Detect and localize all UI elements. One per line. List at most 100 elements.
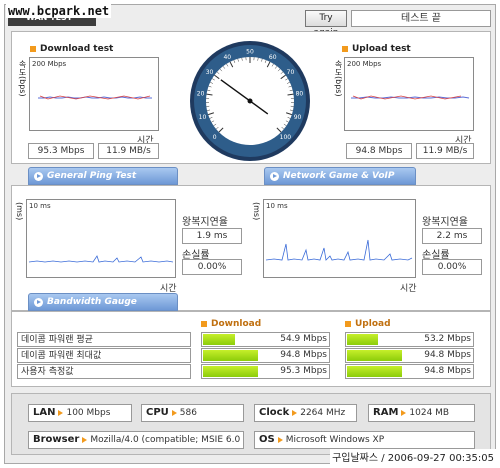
upload-mbps: 94.8 Mbps bbox=[346, 143, 412, 159]
bandwidth-upload-fill bbox=[347, 334, 378, 345]
game-rtt-value: 2.2 ms bbox=[422, 228, 482, 244]
bandwidth-row-label: 사용자 측정값 bbox=[17, 364, 191, 379]
cpu-value: 586 bbox=[179, 408, 197, 418]
bandwidth-upload-bar: 53.2 Mbps bbox=[345, 332, 474, 347]
cpu-label: CPU bbox=[146, 407, 169, 418]
bandwidth-download-bar: 54.9 Mbps bbox=[201, 332, 330, 347]
gauge-tick-label: 80 bbox=[296, 91, 304, 98]
ping-loss-value: 0.00% bbox=[182, 259, 242, 275]
ram-label: RAM bbox=[373, 407, 399, 418]
clock-label: Clock bbox=[259, 407, 290, 418]
upload-test-label: Upload test bbox=[352, 44, 411, 54]
ping-rtt-value: 1.9 ms bbox=[182, 228, 242, 244]
download-test-label: Download test bbox=[40, 44, 114, 54]
lan-label: LAN bbox=[33, 407, 56, 418]
bandwidth-upload-value: 94.8 Mbps bbox=[424, 366, 471, 376]
arrow-right-icon bbox=[82, 436, 88, 443]
gauge-tick-label: 100 bbox=[280, 134, 292, 141]
bandwidth-upload-fill bbox=[347, 366, 402, 377]
bandwidth-row-label: 데이콤 파워랜 최대값 bbox=[17, 348, 191, 363]
bandwidth-upload-header: Upload bbox=[345, 319, 391, 329]
bandwidth-upload-value: 94.8 Mbps bbox=[424, 350, 471, 360]
bandwidth-upload-label: Upload bbox=[355, 319, 391, 329]
os-info: OS Microsoft Windows XP bbox=[254, 431, 475, 449]
cpu-info: CPU 586 bbox=[141, 404, 244, 422]
download-graph-line bbox=[38, 95, 152, 100]
game-graph-line bbox=[265, 239, 413, 261]
bandwidth-download-value: 54.9 Mbps bbox=[280, 334, 327, 344]
upload-mbs: 11.9 MB/s bbox=[416, 143, 474, 159]
copyright-timestamp: 구입날짜스 / 2006-09-27 00:35:05 bbox=[330, 449, 496, 464]
game-graph: 10 ms bbox=[263, 199, 416, 278]
ping-axis-label: (ms) bbox=[15, 202, 24, 221]
bandwidth-upload-fill bbox=[347, 350, 402, 361]
download-axis-label: 속도(bps) bbox=[18, 60, 27, 97]
gauge-tick-label: 50 bbox=[246, 49, 254, 56]
game-rtt-label: 왕복지연율 bbox=[422, 217, 468, 228]
speed-gauge: 0 10 20 30 40 50 60 70 80 90 100 bbox=[190, 41, 310, 161]
download-mbps: 95.3 Mbps bbox=[28, 143, 94, 159]
ping-graph-line bbox=[28, 255, 174, 263]
bandwidth-download-label: Download bbox=[211, 319, 262, 329]
gauge-tick-label: 20 bbox=[197, 91, 205, 98]
download-graph: 200 Mbps bbox=[29, 57, 159, 131]
download-bullet-icon bbox=[201, 320, 207, 327]
tab-bandwidth-gauge[interactable]: Bandwidth Gauge bbox=[28, 293, 178, 311]
gauge-tick-label: 70 bbox=[287, 69, 295, 76]
download-mbs: 11.9 MB/s bbox=[98, 143, 159, 159]
gauge-tick-label: 90 bbox=[294, 114, 302, 121]
bandwidth-download-fill bbox=[203, 334, 235, 345]
lan-info: LAN 100 Mbps bbox=[28, 404, 132, 422]
test-status: 테스트 끝 bbox=[351, 10, 491, 27]
play-icon bbox=[34, 298, 43, 307]
bandwidth-download-header: Download bbox=[201, 319, 261, 329]
gauge-tick-label: 0 bbox=[213, 134, 217, 141]
arrow-right-icon bbox=[277, 436, 283, 443]
game-axis-label: (ms) bbox=[252, 202, 261, 221]
ram-info: RAM 1024 MB bbox=[368, 404, 475, 422]
tab-general-ping[interactable]: General Ping Test bbox=[28, 167, 178, 185]
browser-info: Browser Mozilla/4.0 (compatible; MSIE 6.0 bbox=[28, 431, 244, 449]
arrow-right-icon bbox=[58, 409, 64, 416]
bandwidth-download-fill bbox=[203, 366, 258, 377]
upload-graph-line bbox=[351, 95, 470, 100]
ping-rtt-label: 왕복지연율 bbox=[182, 217, 228, 228]
bandwidth-upload-bar: 94.8 Mbps bbox=[345, 348, 474, 363]
gauge-tick-label: 60 bbox=[269, 54, 277, 61]
download-test-title: Download test bbox=[30, 44, 113, 54]
try-again-button[interactable]: Try again bbox=[305, 10, 347, 38]
tab-general-ping-label: General Ping Test bbox=[47, 171, 137, 181]
upload-bullet-icon bbox=[342, 45, 348, 52]
upload-axis-label: 속도(bps) bbox=[334, 60, 343, 97]
tab-bandwidth-gauge-label: Bandwidth Gauge bbox=[47, 297, 137, 307]
gauge-tick-label: 30 bbox=[206, 69, 214, 76]
arrow-right-icon bbox=[292, 409, 298, 416]
bandwidth-download-bar: 95.3 Mbps bbox=[201, 364, 330, 379]
arrow-right-icon bbox=[171, 409, 177, 416]
os-label: OS bbox=[259, 434, 275, 445]
bandwidth-download-fill bbox=[203, 350, 258, 361]
bandwidth-row-label: 데이콤 파워랜 평균 bbox=[17, 332, 191, 347]
bandwidth-upload-bar: 94.8 Mbps bbox=[345, 364, 474, 379]
bandwidth-download-value: 94.8 Mbps bbox=[280, 350, 327, 360]
ram-value: 1024 MB bbox=[409, 408, 450, 418]
tab-network-game[interactable]: Network Game & VoIP Test bbox=[264, 167, 416, 198]
bandwidth-upload-value: 53.2 Mbps bbox=[424, 334, 471, 344]
os-value: Microsoft Windows XP bbox=[285, 435, 385, 445]
clock-info: Clock 2264 MHz bbox=[254, 404, 357, 422]
upload-bullet-icon bbox=[345, 320, 351, 327]
download-bullet-icon bbox=[30, 45, 36, 52]
browser-label: Browser bbox=[33, 434, 80, 445]
bandwidth-download-bar: 94.8 Mbps bbox=[201, 348, 330, 363]
play-icon bbox=[270, 172, 279, 181]
lan-value: 100 Mbps bbox=[66, 408, 111, 418]
upload-graph: 200 Mbps bbox=[344, 57, 474, 131]
gauge-tick-label: 10 bbox=[199, 114, 207, 121]
bandwidth-download-value: 95.3 Mbps bbox=[280, 366, 327, 376]
watermark: www.bcpark.net bbox=[6, 4, 112, 18]
clock-value: 2264 MHz bbox=[300, 408, 346, 418]
game-loss-value: 0.00% bbox=[422, 259, 482, 275]
arrow-right-icon bbox=[401, 409, 407, 416]
browser-value: Mozilla/4.0 (compatible; MSIE 6.0 bbox=[90, 435, 241, 445]
gauge-tick-label: 40 bbox=[223, 54, 231, 61]
